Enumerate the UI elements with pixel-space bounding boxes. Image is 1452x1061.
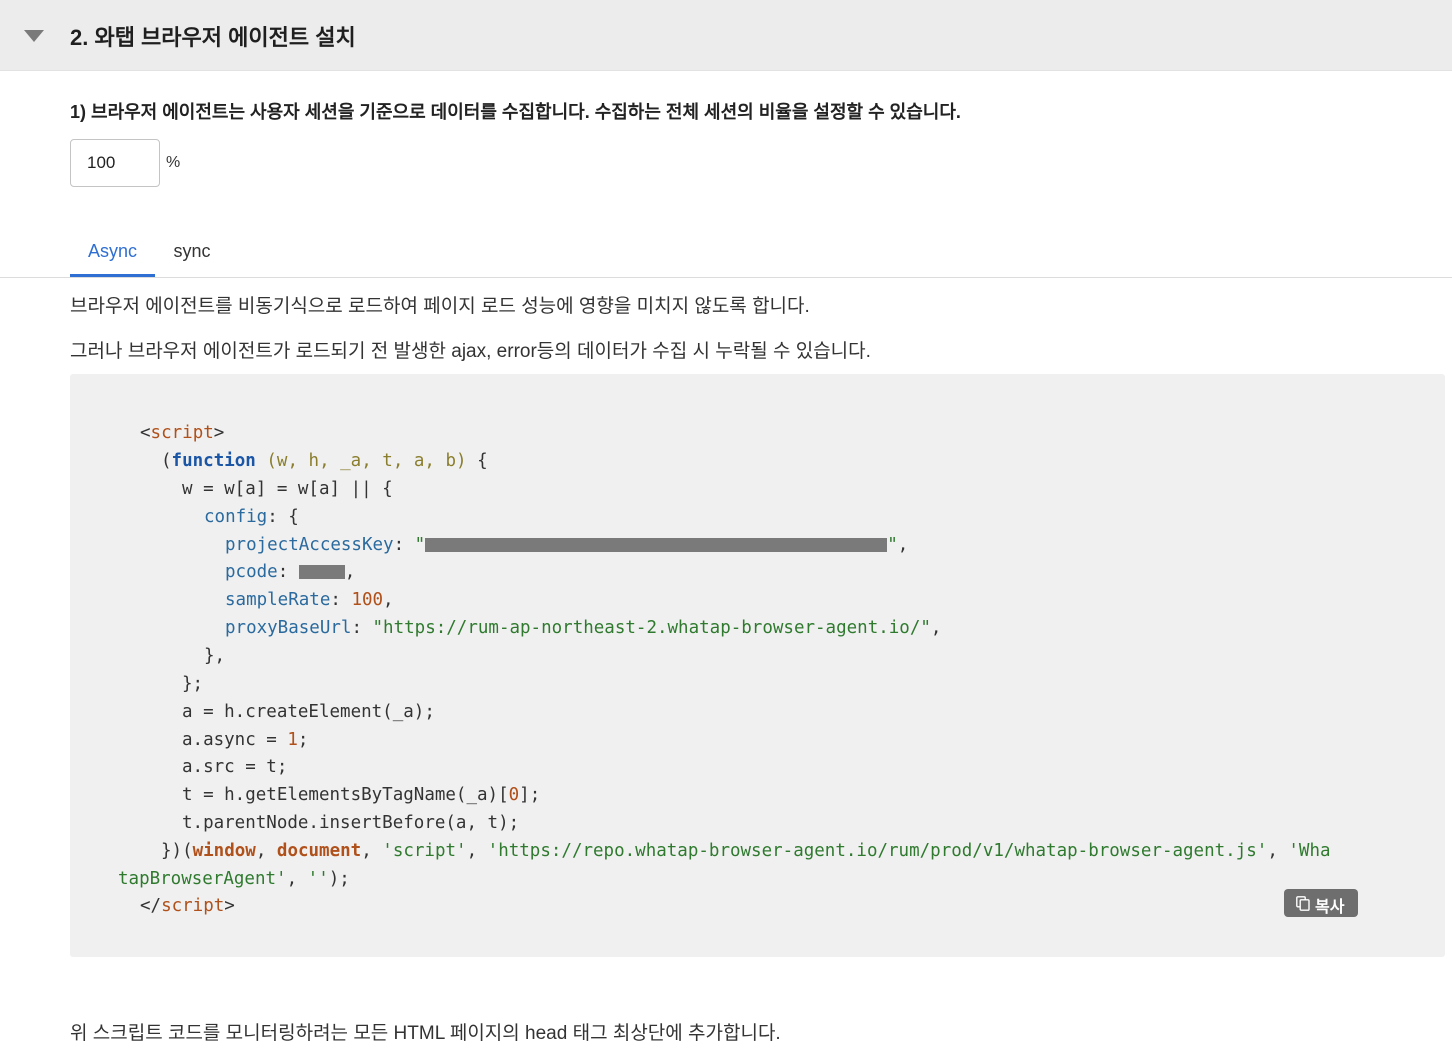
redacted-project-key bbox=[425, 538, 888, 552]
code-line-src: a.src = t; bbox=[182, 757, 288, 777]
code-config-key: config bbox=[204, 507, 268, 527]
code-line-get-elements: t = h.getElementsByTagName(_a)[0]; bbox=[182, 785, 541, 805]
collapse-triangle-icon[interactable] bbox=[24, 30, 44, 42]
tab-sync[interactable]: sync bbox=[160, 233, 224, 277]
code-block[interactable]: <script> (function (w, h, _a, t, a, b) {… bbox=[70, 374, 1445, 957]
tab-async[interactable]: Async bbox=[70, 233, 155, 277]
copy-label: 복사 bbox=[1315, 899, 1345, 916]
code-line-pcode: pcode: , bbox=[225, 562, 356, 582]
code-line-sample-rate: sampleRate: 100, bbox=[225, 590, 394, 610]
code-line-function: (function (w, h, _a, t, a, b) { bbox=[161, 451, 488, 471]
sample-rate-input[interactable] bbox=[70, 139, 160, 187]
copy-icon bbox=[1296, 896, 1310, 911]
code-iife-name-end: tapBrowserAgent' bbox=[118, 869, 287, 889]
code-line-config: config: { bbox=[204, 507, 299, 527]
code-iife-name-start: 'Wha bbox=[1288, 841, 1331, 861]
code-line-close-config: }, bbox=[204, 646, 226, 666]
code-iife-document: document bbox=[276, 841, 362, 861]
code-project-key-label: projectAccessKey bbox=[225, 535, 394, 555]
description-line-1: 브라우저 에이전트를 비동기식으로 로드하여 페이지 로드 성능에 영향을 미치… bbox=[70, 296, 810, 317]
code-sample-rate-label: sampleRate bbox=[225, 590, 331, 610]
redacted-pcode bbox=[298, 565, 345, 579]
tabs-divider bbox=[0, 277, 1452, 278]
code-line-insert: t.parentNode.insertBefore(a, t); bbox=[182, 813, 520, 833]
code-async-prefix: a.async = bbox=[182, 730, 288, 750]
code-open-tag-name: script bbox=[150, 423, 214, 443]
sample-rate-question: 1) 브라우저 에이전트는 사용자 세션을 기준으로 데이터를 수집합니다. 수… bbox=[70, 102, 961, 122]
code-iife-window: window bbox=[192, 841, 256, 861]
code-line-iife: })(window, document, 'script', 'https://… bbox=[161, 841, 1331, 861]
code-line-assign: w = w[a] = w[a] || { bbox=[182, 479, 393, 499]
code-params: (w, h, _a, t, a, b) bbox=[266, 451, 467, 471]
description-line-2: 그러나 브라우저 에이전트가 로드되기 전 발생한 ajax, error등의 … bbox=[70, 341, 871, 362]
section-title: 2. 와탭 브라우저 에이전트 설치 bbox=[70, 25, 356, 50]
code-line-iife-cont: tapBrowserAgent', ''); bbox=[118, 869, 350, 889]
code-sample-rate-value: 100 bbox=[351, 590, 384, 610]
code-async-value: 1 bbox=[287, 730, 298, 750]
code-get-index: 0 bbox=[508, 785, 520, 805]
code-line-proxy: proxyBaseUrl: "https://rum-ap-northeast-… bbox=[225, 618, 942, 638]
code-proxy-label: proxyBaseUrl bbox=[225, 618, 352, 638]
copy-button[interactable]: 복사 bbox=[1284, 889, 1358, 917]
code-iife-empty: '' bbox=[307, 869, 329, 889]
code-line-close-tag: </script> bbox=[140, 896, 235, 916]
code-pcode-label: pcode bbox=[225, 562, 278, 582]
section-header[interactable]: 2. 와탭 브라우저 에이전트 설치 bbox=[0, 0, 1452, 71]
code-close-tag-name: script bbox=[161, 896, 225, 916]
code-iife-url: 'https://repo.whatap-browser-agent.io/ru… bbox=[487, 841, 1268, 861]
code-proxy-value: "https://rum-ap-northeast-2.whatap-brows… bbox=[372, 618, 931, 638]
sample-rate-unit: % bbox=[166, 154, 181, 171]
code-line-async: a.async = 1; bbox=[182, 730, 309, 750]
code-iife-script: 'script' bbox=[382, 841, 467, 861]
code-line-close-obj: }; bbox=[182, 674, 204, 694]
code-line-open-tag: <script> bbox=[140, 423, 225, 443]
footer-note: 위 스크립트 코드를 모니터링하려는 모든 HTML 페이지의 head 태그 … bbox=[70, 1023, 781, 1044]
code-line-project-key: projectAccessKey: " ", bbox=[225, 535, 909, 555]
code-function-keyword: function bbox=[171, 451, 256, 471]
code-get-prefix: t = h.getElementsByTagName(_a)[ bbox=[182, 785, 509, 805]
code-line-create: a = h.createElement(_a); bbox=[182, 702, 435, 722]
